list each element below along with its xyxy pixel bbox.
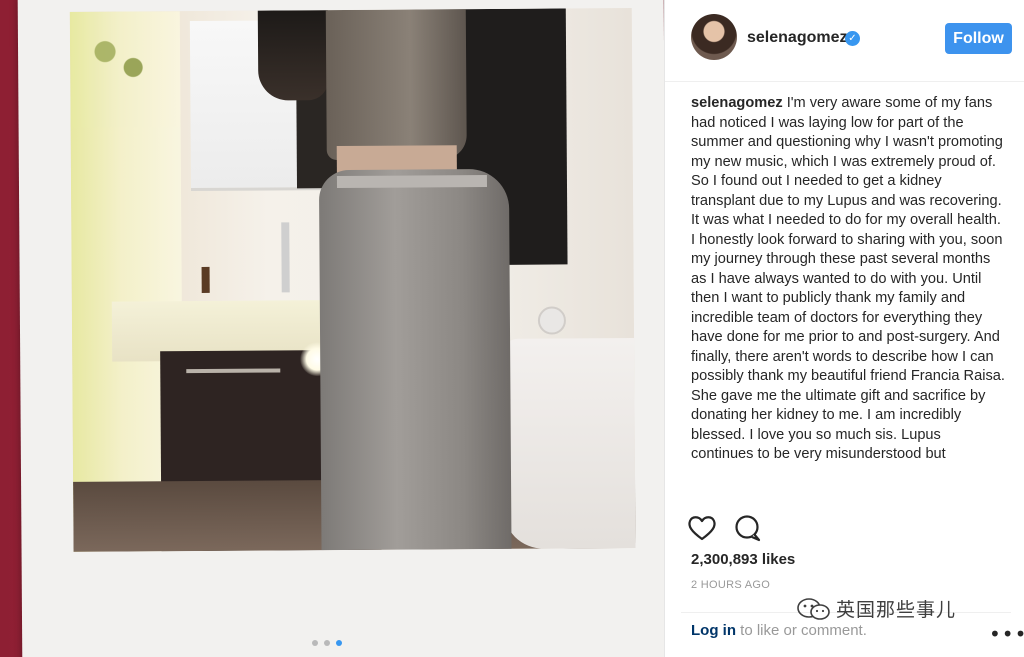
wechat-icon: [797, 597, 830, 620]
photo-panel: [0, 0, 664, 657]
shirt: [325, 9, 467, 161]
watermark-text: 英国那些事儿: [836, 599, 957, 621]
caption-body: I'm very aware some of my fans had notic…: [691, 95, 1005, 462]
watermark: 英国那些事儿: [796, 595, 956, 622]
action-bar: [687, 514, 1007, 544]
more-options-icon[interactable]: •••: [989, 622, 1024, 646]
post-header: selenagomez ✓ Follow: [665, 0, 1024, 82]
heart-icon[interactable]: [687, 514, 717, 542]
sweatpants: [318, 168, 512, 551]
likes-count[interactable]: 2,300,893 likes: [691, 551, 795, 568]
toilet: [502, 337, 636, 549]
caption-username-link[interactable]: selenagomez: [691, 95, 783, 111]
carousel-dot: [312, 640, 318, 646]
login-prompt: Log in to like or comment.: [691, 622, 867, 639]
carousel-indicator: [312, 640, 342, 646]
avatar[interactable]: [691, 14, 737, 60]
login-link[interactable]: Log in: [691, 622, 736, 639]
comment-bubble-icon[interactable]: [733, 514, 763, 542]
faucet: [281, 222, 290, 293]
carousel-dot-active: [336, 640, 342, 646]
waistband: [336, 174, 488, 189]
curtain-pattern: [83, 19, 155, 100]
post-panel: selenagomez ✓ Follow selenagomez I'm ver…: [664, 0, 1024, 657]
carousel-dot: [324, 640, 330, 646]
verified-badge-icon: ✓: [845, 31, 860, 46]
post-photo[interactable]: [69, 7, 636, 552]
hair: [257, 10, 329, 101]
polaroid-frame: [17, 0, 664, 657]
username-link[interactable]: selenagomez: [747, 29, 847, 47]
flush-button: [537, 306, 567, 335]
post-timestamp[interactable]: 2 HOURS AGO: [691, 579, 770, 591]
cabinet-handle: [186, 368, 281, 374]
caption: selenagomez I'm very aware some of my fa…: [691, 94, 1005, 502]
soap-bottle: [201, 266, 210, 293]
login-prompt-text: to like or comment.: [736, 622, 867, 639]
caption-text-block: selenagomez I'm very aware some of my fa…: [691, 94, 1005, 465]
follow-button[interactable]: Follow: [945, 23, 1012, 54]
